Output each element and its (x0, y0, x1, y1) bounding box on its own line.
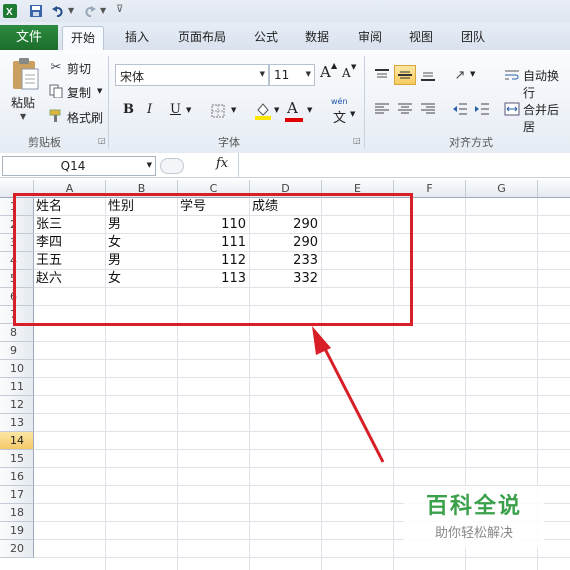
annotation-arrow-icon (312, 326, 385, 463)
watermark-title: 百科全说 (425, 494, 522, 519)
watermark: 百科全说 助你轻松解决 (404, 486, 544, 548)
watermark-subtitle: 助你轻松解决 (434, 526, 513, 541)
